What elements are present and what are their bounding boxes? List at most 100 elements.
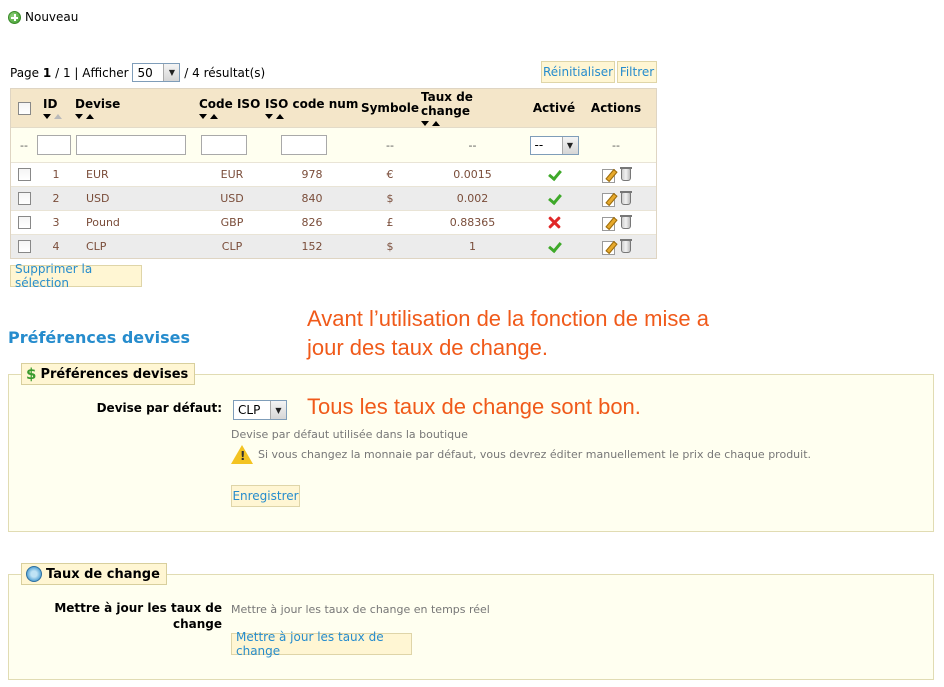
save-button[interactable]: Enregistrer [231,485,300,507]
default-currency-label: Devise par défaut: [96,401,222,415]
sort-asc-icon[interactable] [432,121,440,126]
header-active: Activé [532,101,576,115]
pagination-bar: Page 1 / 1 | Afficher 50 ▼ / 4 résultat(… [10,63,265,82]
new-label: Nouveau [25,10,79,24]
warning-message: Si vous changez la monnaie par défaut, v… [231,445,811,464]
filter-dash: -- [468,138,477,152]
section-title: Préférences devises [8,328,190,347]
table-header: ID Devise Code ISO ISO code num Symbole … [11,89,656,127]
chevron-down-icon: ▼ [270,401,286,419]
page-separator: / [55,65,60,80]
cell-id: 2 [52,192,60,205]
row-checkbox[interactable] [17,216,31,229]
cell-rate: 1 [469,240,476,253]
rates-legend: Taux de change [21,563,167,585]
trash-icon[interactable] [620,239,632,253]
edit-icon[interactable] [601,168,615,183]
table-row[interactable]: 3 Pound GBP 826 £0.88365 [11,210,656,234]
sort-desc-icon[interactable] [43,114,51,119]
trash-icon[interactable] [620,215,632,229]
default-currency-select[interactable]: CLP ▼ [233,400,287,420]
cell-rate: 0.002 [456,192,489,205]
row-checkbox[interactable] [17,192,31,205]
header-devise: Devise [75,97,121,111]
delete-selection-button[interactable]: Supprimer la sélection [10,262,142,290]
cross-icon[interactable] [548,216,561,229]
cell-iso: CLP [221,240,243,253]
trash-icon[interactable] [620,191,632,205]
check-icon[interactable] [547,193,561,205]
filter-num-input[interactable] [281,135,327,155]
cell-devise: USD [86,192,110,205]
sort-desc-icon[interactable] [421,121,429,126]
default-currency-value: CLP [238,403,261,417]
header-id: ID [43,97,58,111]
filter-devise-input[interactable] [76,135,186,155]
cell-id: 1 [52,168,60,181]
filter-dash: -- [20,138,28,152]
cell-iso: GBP [220,216,244,229]
annotation-rates-ok: Tous les taux de change sont bon. [307,394,641,419]
edit-icon[interactable] [601,192,615,207]
filter-id-input[interactable] [37,135,71,155]
trash-icon[interactable] [620,167,632,181]
add-icon [8,10,21,24]
new-button[interactable]: Nouveau [8,10,78,24]
cell-id: 4 [52,240,60,253]
cell-symbol: € [386,168,394,181]
table-body: 1 EUR EUR 978 €0.0015 2 USD USD 840 $0.002 3 Pound G… [11,162,656,258]
row-checkbox[interactable] [17,240,31,253]
filter-dash: -- [386,138,394,152]
table-row[interactable]: 2 USD USD 840 $0.002 [11,186,656,210]
filter-dash: -- [612,138,620,152]
update-rates-button[interactable]: Mettre à jour les taux de change [231,630,412,658]
cell-rate: 0.0015 [453,168,492,181]
sort-asc-icon[interactable] [86,114,94,119]
row-checkbox[interactable] [17,168,31,181]
per-page-select[interactable]: 50 ▼ [132,63,181,82]
check-icon[interactable] [547,241,561,253]
default-currency-help: Devise par défaut utilisée dans la bouti… [231,428,468,441]
select-all-checkbox[interactable] [17,101,31,115]
reset-button[interactable]: Réinitialiser [541,61,615,83]
filter-iso-input[interactable] [201,135,247,155]
header-iso-num: ISO code num [265,97,359,111]
cell-iso: USD [220,192,244,205]
currency-table: ID Devise Code ISO ISO code num Symbole … [10,88,657,259]
preferences-legend: $ Préférences devises [21,363,196,385]
sort-asc-icon[interactable] [54,114,62,119]
warning-icon [231,445,253,464]
filter-active-select[interactable]: -- ▼ [529,135,579,155]
cell-symbol: $ [386,192,394,205]
rates-legend-label: Taux de change [46,566,160,582]
table-row[interactable]: 1 EUR EUR 978 €0.0015 [11,162,656,186]
cell-symbol: £ [386,216,394,229]
sort-asc-icon[interactable] [210,114,218,119]
cell-devise: Pound [86,216,120,229]
check-icon[interactable] [547,169,561,181]
edit-icon[interactable] [601,216,615,231]
cell-devise: EUR [86,168,109,181]
results-count: / 4 résultat(s) [184,65,266,80]
update-rates-label: Mettre à jour les taux de change [54,601,222,631]
current-page: 1 [42,65,52,80]
cell-num: 978 [301,168,323,181]
cell-num: 840 [301,192,323,205]
sort-desc-icon[interactable] [265,114,273,119]
cell-rate: 0.88365 [449,216,496,229]
sort-desc-icon[interactable] [199,114,207,119]
header-code-iso: Code ISO [199,97,261,111]
warning-text: Si vous changez la monnaie par défaut, v… [258,448,812,461]
dollar-icon: $ [26,365,37,383]
filter-button[interactable]: Filtrer [617,61,657,83]
cell-iso: EUR [220,168,244,181]
table-row[interactable]: 4 CLP CLP 152 $1 [11,234,656,258]
header-actions: Actions [590,101,642,115]
page-word: Page [10,65,40,80]
filter-row: -- -- -- -- ▼ -- [11,127,656,162]
chevron-down-icon: ▼ [163,64,180,81]
sort-asc-icon[interactable] [276,114,284,119]
per-page-value: 50 [137,65,153,80]
sort-desc-icon[interactable] [75,114,83,119]
edit-icon[interactable] [601,240,615,255]
